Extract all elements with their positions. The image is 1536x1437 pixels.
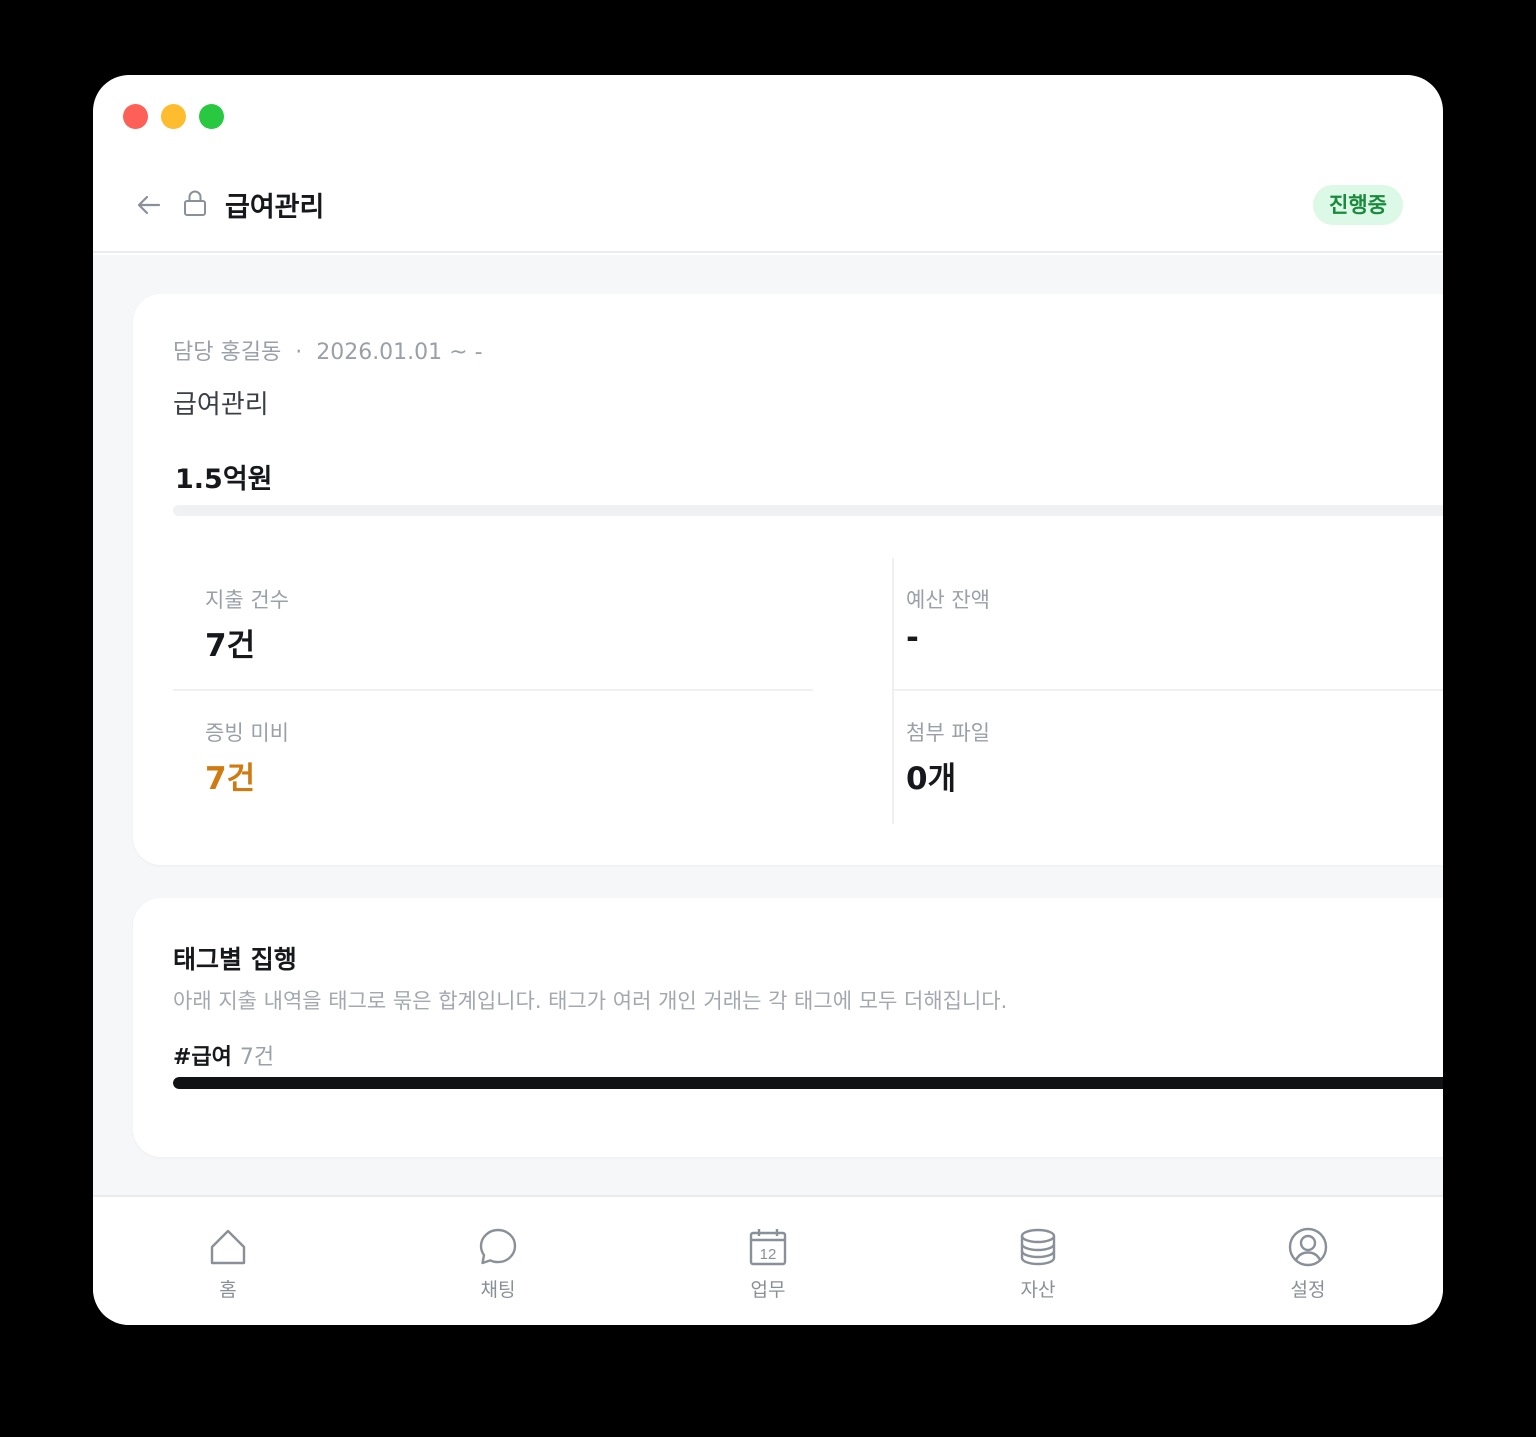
calendar-icon-date: 12 bbox=[760, 1246, 777, 1263]
tab-label: 설정 bbox=[1290, 1279, 1326, 1301]
minimize-window-button[interactable] bbox=[161, 104, 186, 129]
stat-label: 증빙 미비 bbox=[205, 721, 289, 745]
main-content[interactable]: 담당 홍길동 · 2026.01.01 ~ - 급여관리 1.5억원 지출 건수 7… bbox=[93, 255, 1443, 1195]
bottom-tab-bar: 홈 채팅 12 업무 자산 설정 bbox=[93, 1195, 1443, 1325]
app-window: 급여관리 진행중 담당 홍길동 · 2026.01.01 ~ - 급여관리 1.5억… bbox=[93, 75, 1443, 1325]
calendar-icon: 12 bbox=[749, 1229, 787, 1266]
stat-expense-count: 지출 건수 7건 bbox=[173, 558, 813, 691]
maximize-window-button[interactable] bbox=[199, 104, 224, 129]
stat-value: 0개 bbox=[906, 761, 957, 797]
chat-icon bbox=[479, 1228, 517, 1265]
section-title: 태그별 집행 bbox=[173, 945, 297, 974]
section-subtitle: 아래 지출 내역을 태그로 묶은 합계입니다. 태그가 여러 개인 거래는 각 … bbox=[173, 989, 1008, 1013]
stat-label: 예산 잔액 bbox=[906, 588, 990, 612]
tag-spending-card: 태그별 집행 아래 지출 내역을 태그로 묶은 합계입니다. 태그가 여러 개인… bbox=[133, 898, 1443, 1157]
tag-name: #급여 bbox=[173, 1045, 232, 1070]
stat-value: 7건 bbox=[205, 761, 256, 797]
user-circle-icon bbox=[1288, 1227, 1328, 1267]
tab-label: 홈 bbox=[219, 1279, 237, 1301]
project-description: 급여관리 bbox=[173, 390, 269, 420]
budget-amount: 1.5억원 bbox=[175, 464, 273, 495]
stats-grid: 지출 건수 7건 예산 잔액 - 증빙 미비 7건 첨부 파일 0개 bbox=[173, 558, 1443, 824]
tab-assets[interactable]: 자산 bbox=[903, 1197, 1173, 1325]
tab-label: 업무 bbox=[750, 1279, 786, 1301]
stat-budget-balance: 예산 잔액 - bbox=[893, 558, 1443, 691]
meta-line: 담당 홍길동 · 2026.01.01 ~ - bbox=[173, 334, 483, 366]
tab-home[interactable]: 홈 bbox=[93, 1197, 363, 1325]
tag-count: 7건 bbox=[239, 1045, 275, 1070]
window-controls bbox=[123, 104, 224, 129]
period-label: 2026.01.01 ~ - bbox=[316, 340, 483, 365]
database-icon bbox=[1020, 1228, 1056, 1266]
tab-chat[interactable]: 채팅 bbox=[363, 1197, 633, 1325]
status-badge: 진행중 bbox=[1313, 185, 1403, 225]
page-title: 급여관리 bbox=[225, 192, 325, 223]
tag-row[interactable]: #급여 7건 bbox=[173, 1039, 274, 1071]
tab-settings[interactable]: 설정 bbox=[1173, 1197, 1443, 1325]
tag-progress-fill bbox=[173, 1077, 1443, 1089]
tab-label: 채팅 bbox=[480, 1279, 516, 1301]
tag-progress-bar bbox=[173, 1077, 1443, 1089]
tab-work[interactable]: 12 업무 bbox=[633, 1197, 903, 1325]
stat-label: 첨부 파일 bbox=[906, 721, 990, 745]
summary-card: 담당 홍길동 · 2026.01.01 ~ - 급여관리 1.5억원 지출 건수 7… bbox=[133, 294, 1443, 865]
owner-label: 담당 홍길동 bbox=[173, 340, 282, 365]
stat-value: 7건 bbox=[205, 628, 256, 664]
stat-attachments: 첨부 파일 0개 bbox=[893, 691, 1443, 824]
stat-label: 지출 건수 bbox=[205, 588, 289, 612]
tab-label: 자산 bbox=[1020, 1279, 1056, 1301]
lock-icon bbox=[184, 190, 206, 216]
meta-separator: · bbox=[295, 340, 303, 365]
page-header: 급여관리 진행중 bbox=[93, 165, 1443, 253]
home-icon bbox=[210, 1229, 246, 1265]
close-window-button[interactable] bbox=[123, 104, 148, 129]
back-arrow-icon[interactable] bbox=[135, 191, 163, 219]
stat-missing-proof: 증빙 미비 7건 bbox=[173, 691, 813, 824]
stat-value: - bbox=[906, 620, 919, 656]
budget-progress-bar bbox=[173, 505, 1443, 516]
